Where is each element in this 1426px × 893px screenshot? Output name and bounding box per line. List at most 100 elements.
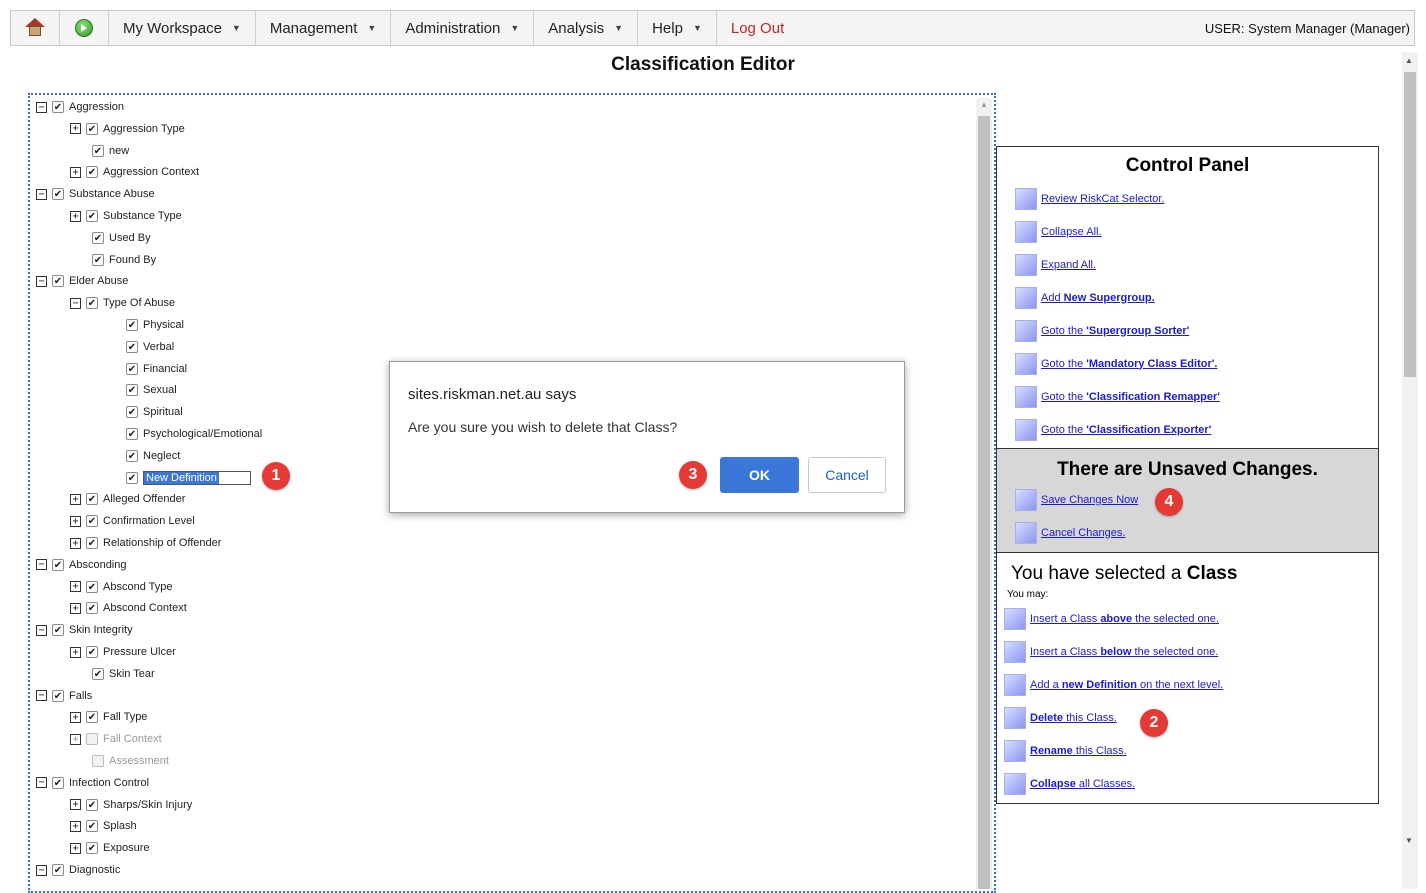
menu-management[interactable]: Management ▼ [256,11,392,45]
tree-node[interactable]: + ✔ Exposure [70,839,149,857]
tree-node-checkbox[interactable]: ✔ [52,689,64,702]
tree-node-checkbox[interactable]: ✔ [126,471,138,484]
tree-node-checkbox[interactable]: ✔ [86,602,98,615]
menu-administration[interactable]: Administration ▼ [391,11,535,45]
page-scrollbar-thumb[interactable] [1404,72,1416,377]
class-action-link[interactable]: Add a new Definition on the next level. [997,668,1378,701]
tree-node-checkbox[interactable]: ✔ [52,624,64,637]
tree-node[interactable]: − ✔ Elder Abuse [36,272,128,290]
tree-node[interactable]: + ✔ Aggression Type [70,120,185,138]
tree-node[interactable]: − ✔ Aggression [36,98,124,116]
tree-node-checkbox[interactable]: ✔ [86,493,98,506]
logout-link[interactable]: Log Out [717,11,798,45]
tree-node[interactable]: − ✔ Infection Control [36,774,149,792]
tree-node-checkbox[interactable]: ✔ [86,711,98,724]
tree-node[interactable]: − ✔ Absconding [36,556,127,574]
tree-node-checkbox[interactable]: ✔ [86,820,98,833]
control-panel-link[interactable]: Goto the 'Classification Remapper' [997,380,1378,413]
tree-node[interactable]: + ✔ Fall Type [70,708,147,726]
control-panel-link[interactable]: Goto the 'Supergroup Sorter' [997,314,1378,347]
tree-node[interactable]: ✔ Verbal [126,338,174,356]
tree-node[interactable]: − ✔ Skin Integrity [36,621,133,639]
tree-node-checkbox[interactable] [92,755,104,767]
class-action-link[interactable]: Collapse all Classes. [997,767,1378,800]
collapse-icon[interactable]: − [36,275,47,287]
menu-my-workspace[interactable]: My Workspace ▼ [109,11,256,45]
tree-node-checkbox[interactable]: ✔ [126,319,138,331]
class-action-link[interactable]: Rename this Class. [997,734,1378,767]
tree-node[interactable]: + Fall Context [70,730,162,748]
tree-node-checkbox[interactable]: ✔ [92,667,104,680]
expand-icon[interactable]: + [70,515,81,527]
collapse-icon[interactable]: − [36,559,47,571]
expand-icon[interactable]: + [70,733,81,745]
scroll-up-icon[interactable]: ▲ [1405,56,1413,65]
tree-node[interactable]: + ✔ Confirmation Level [70,512,195,530]
tree-node-checkbox[interactable]: ✔ [126,428,138,440]
class-action-link[interactable]: Insert a Class above the selected one. [997,602,1378,635]
tree-node[interactable]: + ✔ Alleged Offender [70,490,185,508]
tree-node-checkbox[interactable]: ✔ [52,864,64,876]
scroll-up-icon[interactable]: ▲ [980,100,988,109]
collapse-icon[interactable]: − [36,864,47,876]
save-changes-link[interactable]: Save Changes Now [997,483,1378,516]
menu-analysis[interactable]: Analysis ▼ [534,11,639,45]
tree-node[interactable]: + ✔ Pressure Ulcer [70,643,176,661]
tree-node[interactable]: ✔ Psychological/Emotional [126,425,262,443]
tree-node[interactable]: ✔ Sexual [126,381,177,399]
menu-help[interactable]: Help ▼ [638,11,717,45]
expand-icon[interactable]: + [70,711,81,723]
tree-node[interactable]: ✔ Skin Tear [92,665,155,683]
tree-node-checkbox[interactable]: ✔ [86,798,98,811]
tree-node[interactable]: ✔ Physical [126,316,184,334]
collapse-icon[interactable]: − [36,777,47,789]
expand-icon[interactable]: + [70,820,81,832]
tree-node-checkbox[interactable]: ✔ [126,384,138,397]
home-button[interactable] [11,11,60,45]
control-panel-link[interactable]: Goto the 'Mandatory Class Editor'. [997,347,1378,380]
tree-node-checkbox[interactable]: ✔ [52,188,64,201]
tree-node-checkbox[interactable]: ✔ [126,362,138,375]
expand-icon[interactable]: + [70,166,81,178]
tree-node[interactable]: ✔ Found By [92,251,156,269]
expand-icon[interactable]: + [70,646,81,658]
tree-node-checkbox[interactable]: ✔ [92,253,104,266]
tree-node-checkbox[interactable]: ✔ [52,776,64,789]
expand-icon[interactable]: + [70,210,81,222]
expand-icon[interactable]: + [70,581,81,593]
control-panel-link[interactable]: Expand All. [997,248,1378,281]
tree-node-checkbox[interactable]: ✔ [86,842,98,855]
control-panel-link[interactable]: Add New Supergroup. [997,281,1378,314]
collapse-icon[interactable]: − [36,690,47,702]
tree-node[interactable]: + ✔ Relationship of Offender [70,534,221,552]
tree-scrollbar[interactable]: ▲ [976,98,992,889]
expand-icon[interactable]: + [70,842,81,854]
expand-icon[interactable]: + [70,602,81,614]
rename-input[interactable]: New Definition [143,470,251,485]
tree-node[interactable]: ✔ Financial [126,360,187,378]
tree-node-checkbox[interactable]: ✔ [86,166,98,179]
collapse-icon[interactable]: − [36,624,47,636]
tree-node-checkbox[interactable]: ✔ [86,580,98,593]
tree-node-checkbox[interactable]: ✔ [126,340,138,353]
tree-node[interactable]: − ✔ Type Of Abuse [70,294,175,312]
control-panel-link[interactable]: Collapse All. [997,215,1378,248]
scroll-down-icon[interactable]: ▼ [1405,836,1413,845]
tree-node[interactable]: + ✔ Substance Type [70,207,182,225]
tree-node[interactable]: ✔ Spiritual [126,403,183,421]
tree-node-checkbox[interactable]: ✔ [86,537,98,549]
cancel-changes-link[interactable]: Cancel Changes. [997,516,1378,549]
cancel-button[interactable]: Cancel [808,457,886,493]
control-panel-link[interactable]: Goto the 'Classification Exporter' [997,413,1378,446]
tree-node[interactable]: + ✔ Splash [70,817,137,835]
class-action-link[interactable]: Delete this Class. [997,701,1378,734]
tree-node-checkbox[interactable]: ✔ [86,646,98,658]
tree-node[interactable]: + ✔ Aggression Context [70,163,199,181]
tree-node-checkbox[interactable]: ✔ [126,406,138,419]
class-action-link[interactable]: Insert a Class below the selected one. [997,635,1378,668]
tree-node-checkbox[interactable]: ✔ [126,449,138,462]
tree-node[interactable]: + ✔ Abscond Type [70,578,173,596]
expand-icon[interactable]: + [70,799,81,811]
ok-button[interactable]: OK [720,457,799,493]
tree-node[interactable]: − ✔ Substance Abuse [36,185,155,203]
